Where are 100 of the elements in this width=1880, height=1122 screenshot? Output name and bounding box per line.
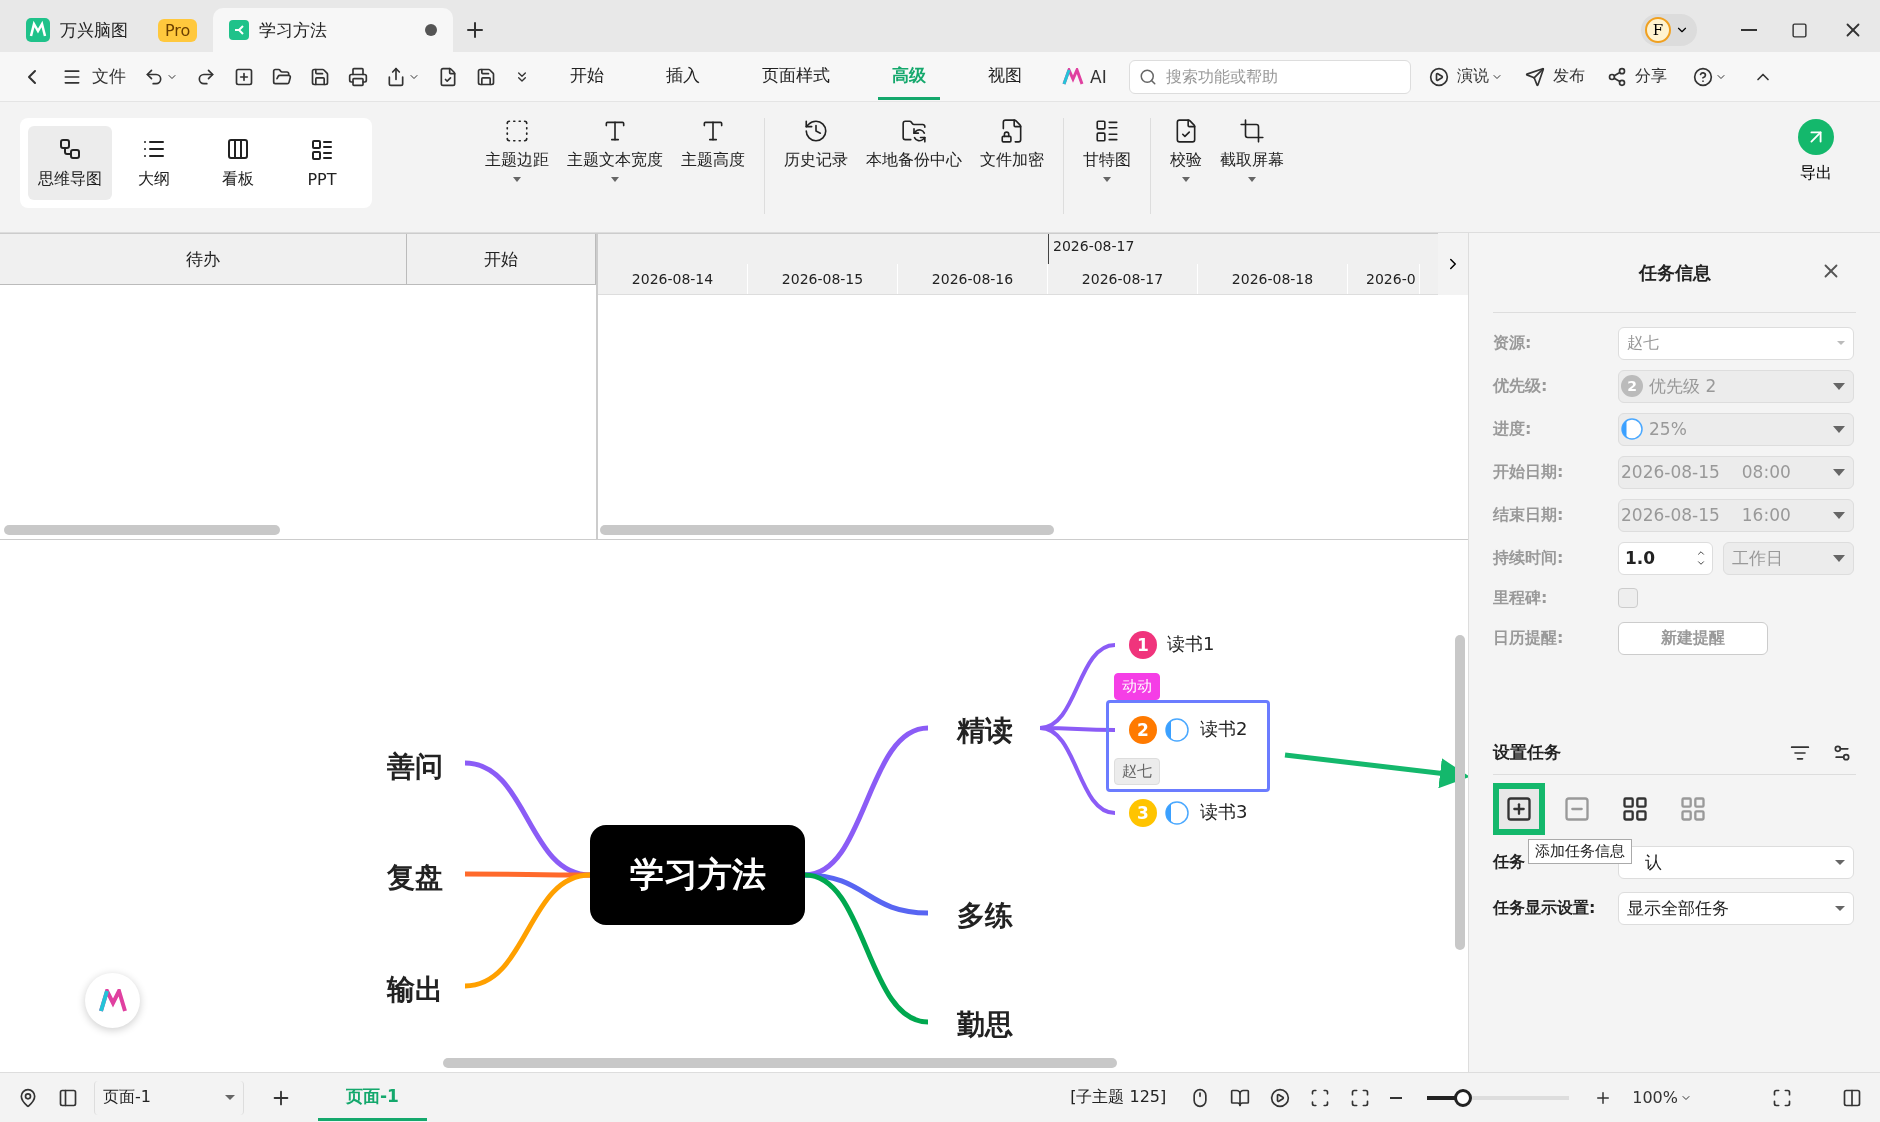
slider-thumb[interactable]	[1453, 1088, 1472, 1107]
priority-badge: 2	[1129, 716, 1157, 744]
view-button[interactable]: PPT	[280, 126, 364, 200]
menu-tab[interactable]: 页面样式	[748, 53, 844, 100]
ribbon-button[interactable]: 本地备份中心	[857, 118, 971, 214]
margin-icon	[504, 118, 530, 144]
undo-icon	[144, 66, 164, 87]
topic-count: [子主题 125]	[1070, 1087, 1167, 1108]
export-button[interactable]: 导出	[1792, 118, 1840, 185]
root-topic[interactable]: 学习方法	[590, 825, 805, 925]
ai-button[interactable]: AI	[1058, 62, 1111, 91]
save-icon	[310, 66, 330, 87]
subtopic[interactable]: 读书1	[1167, 632, 1215, 656]
field-label: 里程碑:	[1493, 587, 1549, 609]
save-icon	[476, 66, 496, 87]
panel-icon	[58, 1087, 78, 1108]
share-button[interactable]: 分享	[1602, 62, 1671, 91]
view-button[interactable]: 看板	[196, 126, 280, 200]
ribbon-button[interactable]: 甘特图	[1074, 118, 1140, 214]
ribbon-button[interactable]: 截取屏幕	[1211, 118, 1293, 214]
setting-select[interactable]: 显示全部任务	[1618, 891, 1854, 925]
caret-icon	[1835, 905, 1845, 911]
scrollbar-thumb[interactable]	[600, 525, 1054, 535]
topic[interactable]: 复盘	[387, 859, 443, 897]
topic[interactable]: 输出	[387, 971, 443, 1009]
send-icon	[1524, 66, 1545, 87]
date-header: 2026-08-16	[898, 264, 1048, 294]
columns-icon	[1842, 1087, 1862, 1108]
spin-up-icon	[1696, 548, 1706, 558]
column-header: 待办	[0, 234, 407, 284]
file-check-icon	[438, 66, 458, 87]
scrollbar-thumb[interactable]	[4, 525, 280, 535]
pro-badge: Pro	[158, 18, 198, 42]
ribbon-button[interactable]: 文件加密	[971, 118, 1053, 214]
ribbon-button[interactable]: 历史记录	[775, 118, 857, 214]
field-label: 任务显示设置:	[1493, 897, 1597, 919]
priority-badge: 1	[1129, 631, 1157, 659]
add-task-button[interactable]	[1493, 783, 1545, 835]
document-tab[interactable]: 万兴脑图 Pro	[10, 8, 214, 52]
caret-icon	[1835, 859, 1845, 865]
milestone-checkbox[interactable]	[1618, 588, 1638, 608]
publish-button[interactable]: 发布	[1520, 62, 1589, 91]
menu-tab[interactable]: 视图	[974, 53, 1036, 100]
field-label: 优先级:	[1493, 375, 1549, 397]
topic[interactable]: 精读	[957, 712, 1013, 750]
topic[interactable]: 善问	[387, 748, 443, 786]
pin-icon	[18, 1087, 38, 1108]
panel-title: 任务信息	[1638, 260, 1711, 285]
ai-logo-icon	[1062, 67, 1084, 86]
book-icon	[1230, 1087, 1251, 1108]
ribbon-button[interactable]: 主题高度	[672, 118, 754, 214]
present-button[interactable]: 演说	[1424, 62, 1507, 91]
page-select[interactable]: 页面-1	[94, 1080, 244, 1115]
zoom-select[interactable]: 100%	[1628, 1084, 1696, 1111]
duration-field[interactable]: 1.0	[1618, 541, 1713, 575]
columns-icon	[226, 136, 250, 161]
spin-down-icon	[1696, 558, 1706, 568]
history-icon	[803, 118, 829, 144]
field-label: 任务	[1493, 851, 1526, 873]
plus-square-icon	[1505, 795, 1533, 823]
logo-icon	[98, 988, 127, 1013]
fullscreen-icon	[1350, 1087, 1371, 1108]
ribbon-button[interactable]: 主题文本宽度	[558, 118, 672, 214]
scrollbar-thumb[interactable]	[1455, 635, 1465, 950]
file-menu-button[interactable]: 文件	[58, 61, 130, 92]
scrollbar-thumb[interactable]	[443, 1058, 1117, 1068]
date-header: 2026-08-17	[1048, 264, 1198, 294]
field-label: 结束日期:	[1493, 504, 1565, 526]
field-label: 进度:	[1493, 418, 1533, 440]
document-tab[interactable]: 学习方法	[213, 8, 454, 52]
ribbon-button[interactable]: 校验	[1161, 118, 1211, 214]
subtopic[interactable]: 读书2	[1200, 717, 1248, 741]
search-icon	[1138, 67, 1157, 86]
ribbon-button[interactable]: 主题边距	[476, 118, 558, 214]
date-header: 2026-0	[1348, 264, 1420, 294]
minimize-icon	[1741, 29, 1757, 31]
search-field[interactable]: 搜索功能或帮助	[1128, 59, 1411, 94]
caret-icon	[1833, 382, 1845, 390]
date-header: 2026-08-14	[598, 264, 748, 294]
topic[interactable]: 多练	[957, 897, 1013, 935]
subtopic[interactable]: 读书3	[1200, 800, 1248, 824]
minus-icon	[1390, 1096, 1403, 1099]
caret-icon	[1833, 468, 1845, 476]
field-label: 持续时间:	[1493, 547, 1565, 569]
section-title: 设置任务	[1493, 741, 1561, 764]
column-header: 开始	[406, 234, 596, 284]
assistant-button[interactable]	[85, 973, 140, 1028]
menu-tab[interactable]: 开始	[556, 53, 618, 100]
view-button[interactable]: 思维导图	[28, 126, 112, 200]
user-avatar[interactable]: F	[1641, 14, 1697, 46]
date-header: 2026-08-18	[1198, 264, 1348, 294]
share-icon	[1606, 66, 1627, 87]
view-button[interactable]: 大纲	[112, 126, 196, 200]
tooltip: 添加任务信息	[1528, 839, 1632, 864]
crop-icon	[1239, 118, 1265, 144]
caret-icon	[225, 1095, 235, 1100]
topic[interactable]: 勤思	[957, 1006, 1013, 1044]
maximize-icon	[1791, 21, 1808, 39]
topic-tag: 赵七	[1114, 758, 1160, 785]
menu-tab[interactable]: 插入	[652, 53, 714, 100]
